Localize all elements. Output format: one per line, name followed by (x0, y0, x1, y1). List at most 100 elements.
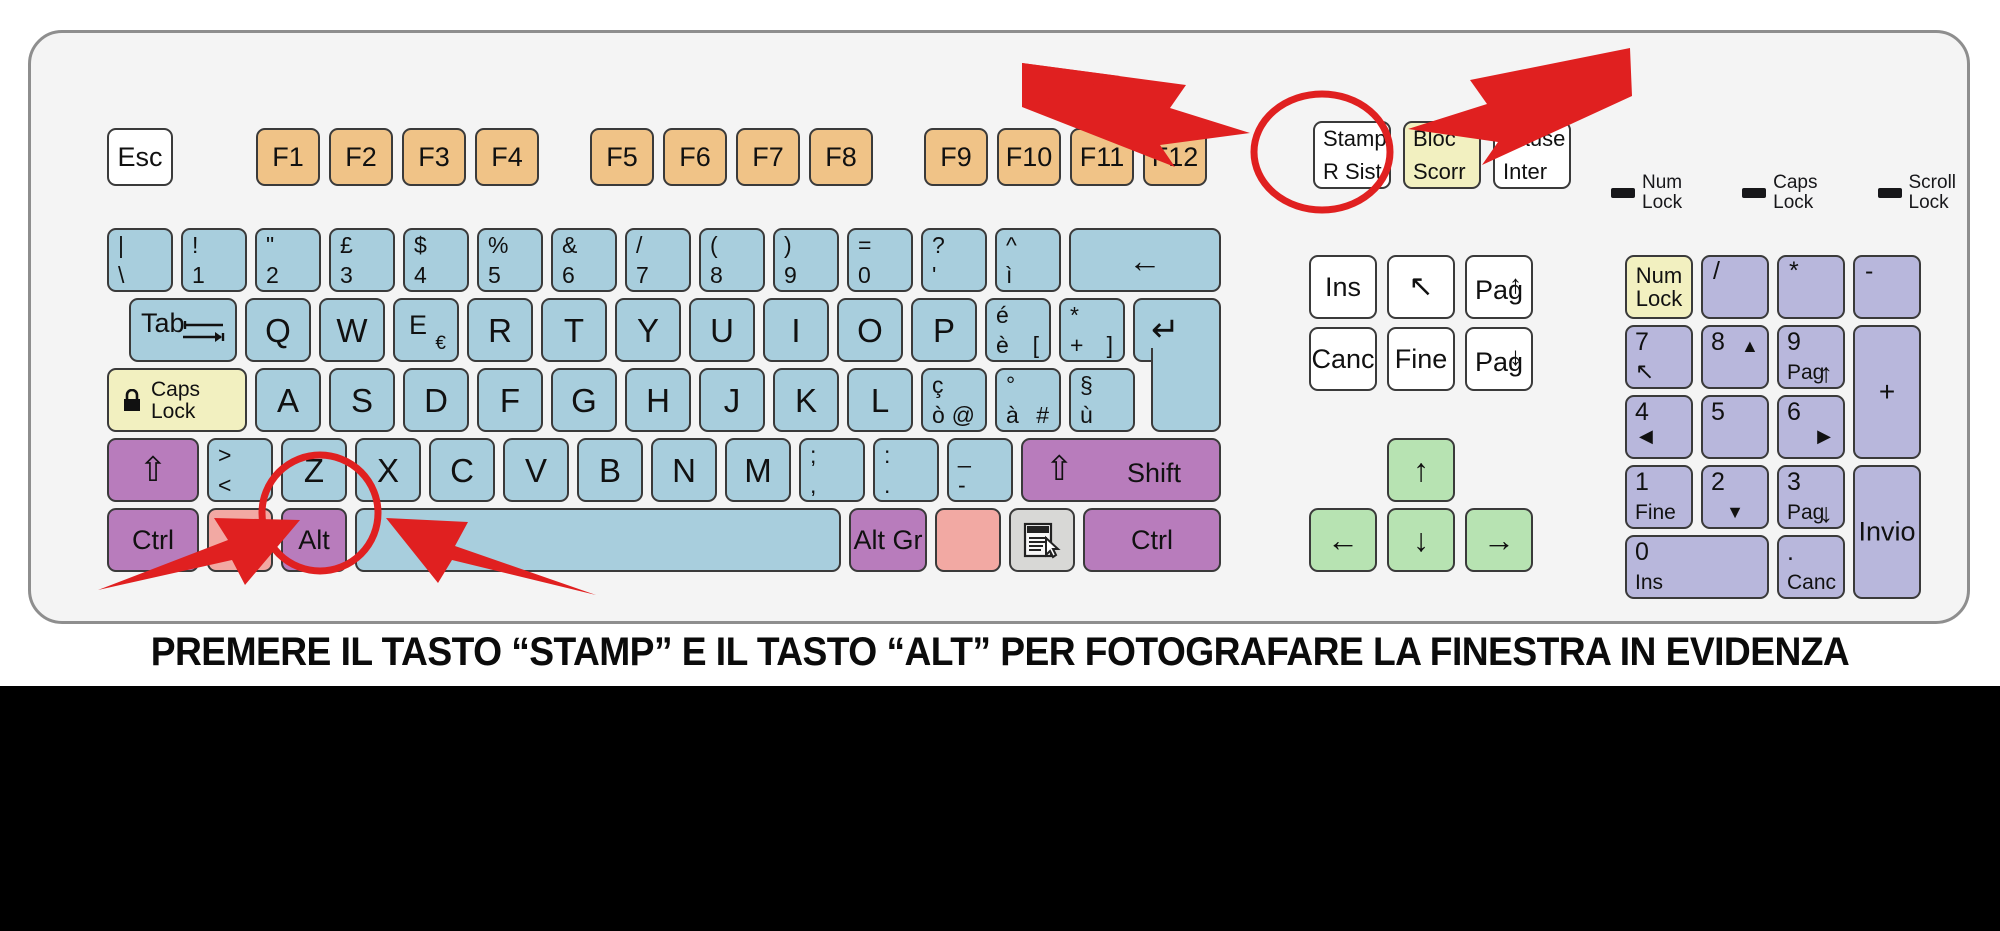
key-backslash[interactable]: | \ (107, 228, 173, 292)
key-page-up[interactable]: Pag ↑ (1465, 255, 1533, 319)
key-numpad-9[interactable]: 9 Pag ↑ (1777, 325, 1845, 389)
key-numpad-0[interactable]: 0 Ins (1625, 535, 1769, 599)
key-e[interactable]: E € (393, 298, 459, 362)
key-c[interactable]: C (429, 438, 495, 502)
key-v[interactable]: V (503, 438, 569, 502)
key-apostrophe[interactable]: ? ' (921, 228, 987, 292)
key-numpad-1[interactable]: 1 Fine (1625, 465, 1693, 529)
key-space[interactable] (355, 508, 841, 572)
key-1[interactable]: ! 1 (181, 228, 247, 292)
key-numpad-plus[interactable]: + (1853, 325, 1921, 459)
key-5[interactable]: % 5 (477, 228, 543, 292)
key-caps-lock[interactable]: Caps Lock (107, 368, 247, 432)
key-h[interactable]: H (625, 368, 691, 432)
key-home[interactable]: ↖ (1387, 255, 1455, 319)
key-f1[interactable]: F1 (256, 128, 320, 186)
key-w[interactable]: W (319, 298, 385, 362)
key-z[interactable]: Z (281, 438, 347, 502)
key-numpad-4[interactable]: 4 ◀ (1625, 395, 1693, 459)
key-egrave[interactable]: é è [ (985, 298, 1051, 362)
key-alt[interactable]: Alt (281, 508, 347, 572)
key-minus[interactable]: _ - (947, 438, 1013, 502)
key-f11[interactable]: F11 (1070, 128, 1134, 186)
key-q[interactable]: Q (245, 298, 311, 362)
key-numpad-6[interactable]: 6 ▶ (1777, 395, 1845, 459)
key-comma[interactable]: ; , (799, 438, 865, 502)
key-numpad-divide[interactable]: / (1701, 255, 1769, 319)
key-backspace[interactable]: ← (1069, 228, 1221, 292)
key-page-down[interactable]: Pag ↓ (1465, 327, 1533, 391)
key-a[interactable]: A (255, 368, 321, 432)
key-windows-left[interactable] (207, 508, 273, 572)
key-pause-break[interactable]: Pause Inter (1493, 121, 1571, 189)
key-7[interactable]: / 7 (625, 228, 691, 292)
key-numpad-8[interactable]: 8 ▲ (1701, 325, 1769, 389)
key-shift-right[interactable]: ⇧ Shift (1021, 438, 1221, 502)
key-y[interactable]: Y (615, 298, 681, 362)
key-print-screen[interactable]: Stamp R Sist (1313, 121, 1391, 189)
key-num-lock[interactable]: Num Lock (1625, 255, 1693, 319)
key-f[interactable]: F (477, 368, 543, 432)
key-insert[interactable]: Ins (1309, 255, 1377, 319)
key-k[interactable]: K (773, 368, 839, 432)
key-menu[interactable] (1009, 508, 1075, 572)
key-u[interactable]: U (689, 298, 755, 362)
key-arrow-left[interactable]: ← (1309, 508, 1377, 572)
key-alt-gr[interactable]: Alt Gr (849, 508, 927, 572)
key-scroll-lock[interactable]: Bloc Scorr (1403, 121, 1481, 189)
key-8[interactable]: ( 8 (699, 228, 765, 292)
key-3[interactable]: £ 3 (329, 228, 395, 292)
key-m[interactable]: M (725, 438, 791, 502)
key-period[interactable]: : . (873, 438, 939, 502)
key-n[interactable]: N (651, 438, 717, 502)
key-9[interactable]: ) 9 (773, 228, 839, 292)
key-r[interactable]: R (467, 298, 533, 362)
key-g[interactable]: G (551, 368, 617, 432)
key-ograve[interactable]: ç ò @ (921, 368, 987, 432)
key-o[interactable]: O (837, 298, 903, 362)
key-numpad-enter[interactable]: Invio (1853, 465, 1921, 599)
key-arrow-right[interactable]: → (1465, 508, 1533, 572)
key-f4[interactable]: F4 (475, 128, 539, 186)
key-f9[interactable]: F9 (924, 128, 988, 186)
key-numpad-2[interactable]: 2 ▼ (1701, 465, 1769, 529)
key-windows-right[interactable] (935, 508, 1001, 572)
key-arrow-up[interactable]: ↑ (1387, 438, 1455, 502)
key-numpad-decimal[interactable]: . Canc (1777, 535, 1845, 599)
key-numpad-5[interactable]: 5 (1701, 395, 1769, 459)
key-igrave[interactable]: ^ ì (995, 228, 1061, 292)
key-less-greater[interactable]: > < (207, 438, 273, 502)
key-f6[interactable]: F6 (663, 128, 727, 186)
key-numpad-7[interactable]: 7 ↖ (1625, 325, 1693, 389)
key-end[interactable]: Fine (1387, 327, 1455, 391)
key-f10[interactable]: F10 (997, 128, 1061, 186)
key-l[interactable]: L (847, 368, 913, 432)
key-f5[interactable]: F5 (590, 128, 654, 186)
key-x[interactable]: X (355, 438, 421, 502)
key-enter[interactable]: ↵ (1133, 298, 1221, 432)
key-2[interactable]: " 2 (255, 228, 321, 292)
key-plus[interactable]: * + ] (1059, 298, 1125, 362)
key-0[interactable]: = 0 (847, 228, 913, 292)
key-f12[interactable]: F12 (1143, 128, 1207, 186)
key-f8[interactable]: F8 (809, 128, 873, 186)
key-j[interactable]: J (699, 368, 765, 432)
key-esc[interactable]: Esc (107, 128, 173, 186)
key-f7[interactable]: F7 (736, 128, 800, 186)
key-6[interactable]: & 6 (551, 228, 617, 292)
key-arrow-down[interactable]: ↓ (1387, 508, 1455, 572)
key-4[interactable]: $ 4 (403, 228, 469, 292)
key-numpad-minus[interactable]: - (1853, 255, 1921, 319)
key-f2[interactable]: F2 (329, 128, 393, 186)
key-b[interactable]: B (577, 438, 643, 502)
key-t[interactable]: T (541, 298, 607, 362)
key-delete[interactable]: Canc (1309, 327, 1377, 391)
key-d[interactable]: D (403, 368, 469, 432)
key-tab[interactable]: Tab (129, 298, 237, 362)
key-ugrave[interactable]: § ù (1069, 368, 1135, 432)
key-numpad-multiply[interactable]: * (1777, 255, 1845, 319)
key-ctrl-right[interactable]: Ctrl (1083, 508, 1221, 572)
key-f3[interactable]: F3 (402, 128, 466, 186)
key-numpad-3[interactable]: 3 Pag ↓ (1777, 465, 1845, 529)
key-i[interactable]: I (763, 298, 829, 362)
